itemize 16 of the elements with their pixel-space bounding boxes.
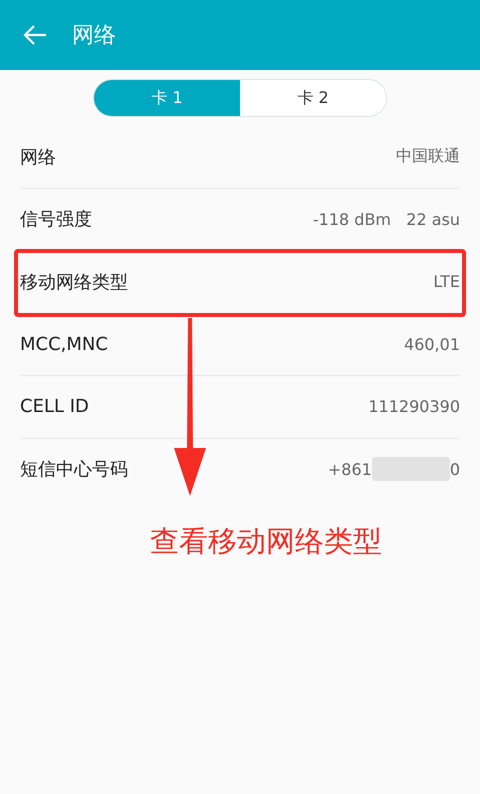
row-value: 中国联通 [396, 146, 460, 168]
row-label: MCC,MNC [20, 334, 108, 355]
row-label: 移动网络类型 [20, 270, 128, 294]
row-value: 111290390 [368, 397, 460, 416]
annotation-caption: 查看移动网络类型 [150, 523, 382, 560]
row-label: 信号强度 [20, 208, 92, 232]
row-label: 短信中心号码 [20, 458, 128, 482]
row-value: 0 [450, 460, 460, 479]
row-value: -118 dBm 22 asu [312, 210, 460, 229]
row-value: LTE [433, 272, 460, 292]
row-label: CELL ID [20, 396, 89, 418]
row-value: 460,01 [404, 334, 460, 354]
back-arrow-icon[interactable] [22, 24, 48, 46]
row-value: +861 [328, 460, 372, 479]
row-label: 网络 [20, 146, 56, 169]
screen-title: 网络 [72, 22, 116, 50]
